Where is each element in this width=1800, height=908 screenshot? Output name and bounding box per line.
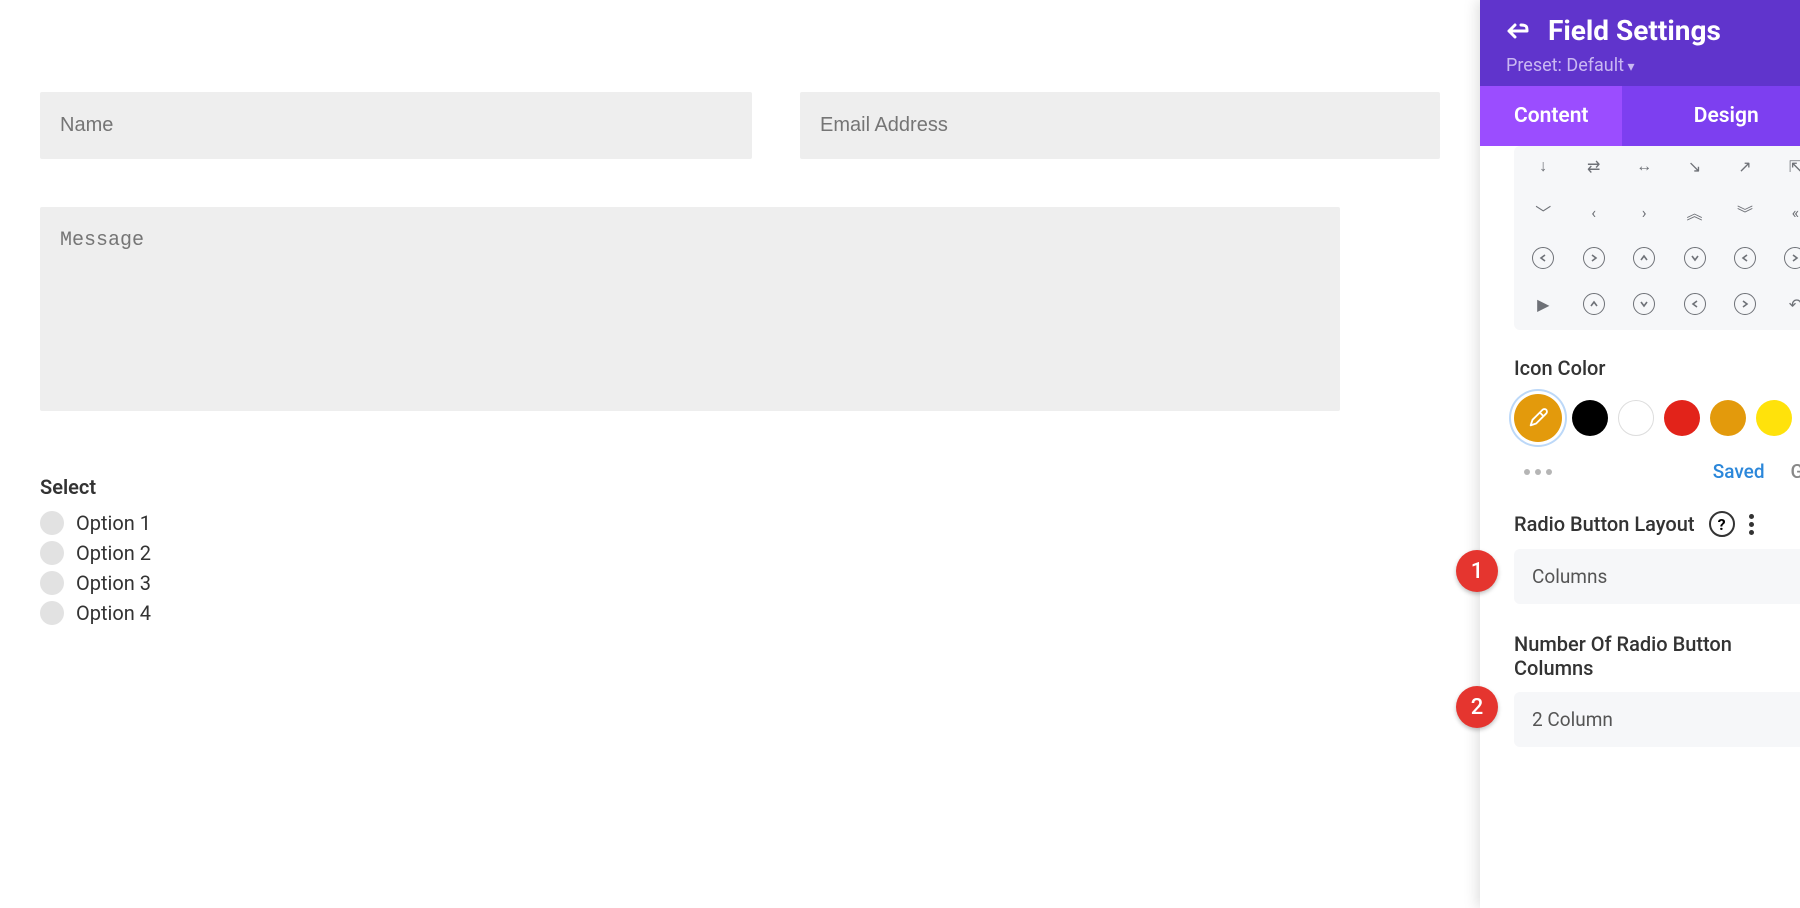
radio-option-list: Option 1 Option 2 Option 3 Option 4 — [40, 511, 1440, 625]
form-preview-canvas: Select Option 1 Option 2 Option 3 Option… — [0, 0, 1480, 908]
color-picker-swatch[interactable] — [1514, 394, 1562, 442]
radio-option-label: Option 4 — [76, 601, 151, 625]
circle-double-up-icon[interactable] — [1633, 247, 1655, 269]
circle-double-down-icon[interactable] — [1684, 247, 1706, 269]
radio-dot-icon — [40, 601, 64, 625]
double-chevron-up-icon[interactable]: ︽ — [1681, 198, 1709, 226]
help-icon[interactable]: ? — [1709, 511, 1735, 537]
arrow-diag-in-tl-icon[interactable]: ⇱ — [1781, 152, 1800, 180]
arrow-diag-ur-icon[interactable]: ↗ — [1731, 152, 1759, 180]
color-tab-global[interactable]: Global — [1791, 460, 1800, 483]
tab-content[interactable]: Content — [1480, 86, 1622, 146]
circle-chevron-right-outline-icon[interactable] — [1583, 247, 1605, 269]
radio-option[interactable]: Option 1 — [40, 511, 1440, 535]
annotation-badge-1: 1 — [1456, 550, 1498, 592]
radio-dot-icon — [40, 541, 64, 565]
radio-option-label: Option 2 — [76, 541, 151, 565]
color-swatch-black[interactable] — [1572, 400, 1608, 436]
radio-option-label: Option 3 — [76, 571, 151, 595]
circle-double-right-icon[interactable] — [1784, 247, 1800, 269]
name-input[interactable] — [40, 92, 752, 159]
radio-columns-label: Number Of Radio Button Columns — [1514, 632, 1774, 680]
arrows-leftright-stacked-icon[interactable]: ⇄ — [1580, 152, 1608, 180]
arrow-diag-dr-icon[interactable]: ↘ — [1681, 152, 1709, 180]
circle-caret-up-icon[interactable] — [1583, 293, 1605, 315]
color-swatch-row — [1514, 394, 1800, 442]
circle-caret-down-icon[interactable] — [1633, 293, 1655, 315]
chevron-right-icon[interactable]: › — [1630, 198, 1658, 226]
panel-header: Field Settings Preset: Default — [1480, 0, 1800, 86]
circle-caret-right-icon[interactable] — [1734, 293, 1756, 315]
panel-body: ↓⇄↔↘↗⇱⇲✥︿﹀‹›︽︾«»▲▼◀▶↶−+× Icon Color — [1480, 146, 1800, 908]
icon-picker-grid: ↓⇄↔↘↗⇱⇲✥︿﹀‹›︽︾«»▲▼◀▶↶−+× — [1514, 146, 1800, 330]
arrows-leftright-icon[interactable]: ↔ — [1630, 152, 1658, 180]
circle-caret-left-icon[interactable] — [1684, 293, 1706, 315]
color-tab-saved[interactable]: Saved — [1713, 460, 1765, 483]
radio-dot-icon — [40, 511, 64, 535]
caret-right-solid-icon[interactable]: ▶ — [1529, 290, 1557, 318]
circle-chevron-left-outline-icon[interactable] — [1532, 247, 1554, 269]
color-more-dots-icon[interactable] — [1524, 469, 1552, 475]
message-textarea[interactable] — [40, 207, 1340, 411]
select-field-label: Select — [40, 475, 1440, 499]
color-swatch-orange[interactable] — [1710, 400, 1746, 436]
circle-double-left-icon[interactable] — [1734, 247, 1756, 269]
tab-design[interactable]: Design — [1622, 86, 1800, 146]
email-input[interactable] — [800, 92, 1440, 159]
radio-option[interactable]: Option 4 — [40, 601, 1440, 625]
annotation-badge-2: 2 — [1456, 686, 1498, 728]
undo-icon[interactable]: ↶ — [1781, 290, 1800, 318]
chevron-left-icon[interactable]: ‹ — [1580, 198, 1608, 226]
chevron-down-icon[interactable]: ﹀ — [1529, 198, 1557, 226]
radio-layout-value: Columns — [1532, 565, 1607, 588]
settings-tabs: Content Design Advanced — [1480, 86, 1800, 146]
color-swatch-red[interactable] — [1664, 400, 1700, 436]
radio-option[interactable]: Option 2 — [40, 541, 1440, 565]
color-swatch-white[interactable] — [1618, 400, 1654, 436]
double-chevron-left-icon[interactable]: « — [1781, 198, 1800, 226]
radio-layout-label: Radio Button Layout — [1514, 512, 1695, 536]
field-settings-panel: Field Settings Preset: Default Content D… — [1480, 0, 1800, 908]
radio-dot-icon — [40, 571, 64, 595]
radio-columns-value: 2 Column — [1532, 708, 1613, 731]
preset-selector[interactable]: Preset: Default — [1506, 55, 1721, 76]
color-swatch-yellow[interactable] — [1756, 400, 1792, 436]
radio-columns-select[interactable]: 2 Column ▴▾ — [1514, 692, 1800, 747]
field-more-menu-icon[interactable] — [1749, 514, 1754, 535]
radio-option[interactable]: Option 3 — [40, 571, 1440, 595]
icon-color-label: Icon Color — [1514, 356, 1800, 380]
back-arrow-icon[interactable] — [1502, 19, 1530, 43]
panel-title: Field Settings — [1548, 14, 1721, 47]
arrow-down-right-small-icon[interactable]: ↓ — [1529, 152, 1557, 180]
double-chevron-down-icon[interactable]: ︾ — [1731, 198, 1759, 226]
radio-layout-select[interactable]: Columns ▴▾ — [1514, 549, 1800, 604]
radio-option-label: Option 1 — [76, 511, 151, 535]
